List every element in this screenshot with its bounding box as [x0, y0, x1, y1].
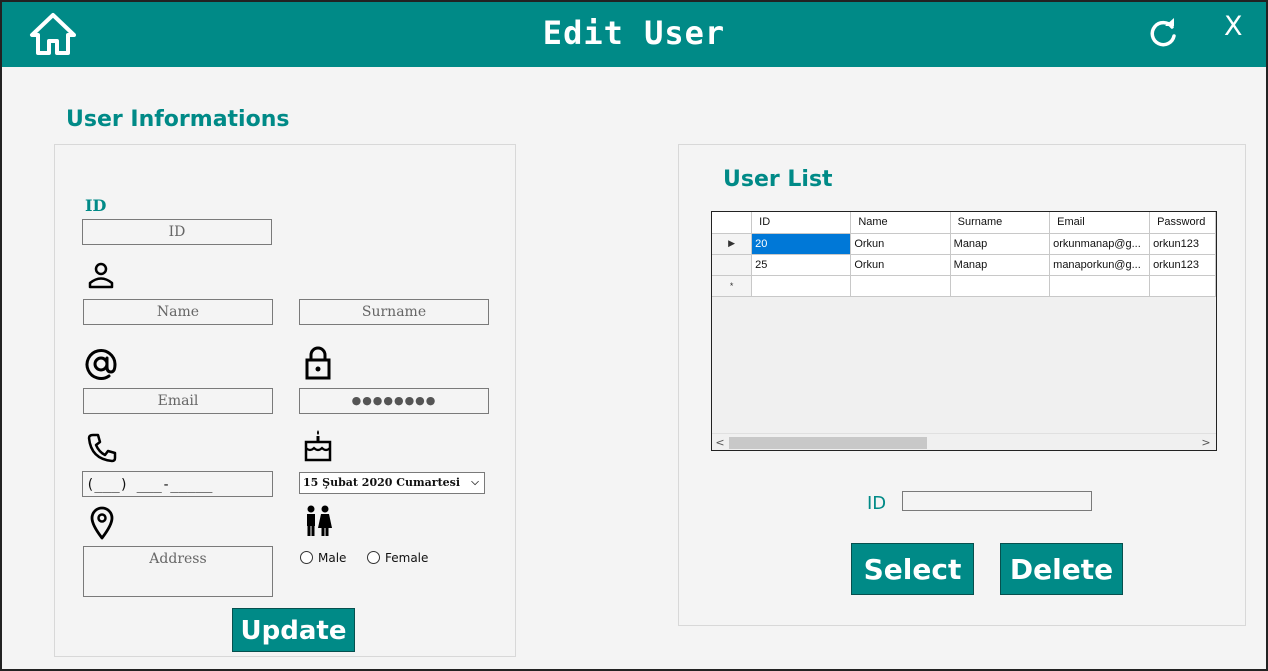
table-cell[interactable] — [950, 275, 1051, 297]
column-header-surname[interactable]: Surname — [950, 212, 1051, 234]
table-cell[interactable]: 20 — [751, 233, 852, 255]
table-cell[interactable]: Manap — [950, 254, 1051, 276]
id-label: ID — [85, 196, 107, 215]
gender-male-label: Male — [318, 551, 347, 565]
column-header-password[interactable]: Password — [1149, 212, 1216, 234]
table-cell[interactable]: Orkun — [850, 254, 951, 276]
scroll-right-arrow[interactable]: > — [1198, 434, 1214, 450]
table-cell[interactable]: orkun123 — [1149, 233, 1216, 255]
at-icon — [85, 349, 117, 380]
table-cell[interactable]: manaporkun@g... — [1049, 254, 1151, 276]
table-cell[interactable]: orkunmanap@g... — [1049, 233, 1151, 255]
refresh-icon — [1150, 18, 1176, 47]
gender-male-radio[interactable]: Male — [300, 551, 346, 567]
birth-date-value: 15 Şubat 2020 Cumartesi — [303, 476, 461, 489]
column-header-email[interactable]: Email — [1049, 212, 1151, 234]
person-icon — [88, 262, 114, 289]
gender-female-label: Female — [385, 551, 429, 565]
cake-icon — [304, 430, 332, 462]
delete-button[interactable]: Delete — [1000, 543, 1123, 595]
edit-user-window: Edit User X User Informations ID ID Name… — [0, 0, 1268, 671]
address-field[interactable]: Address — [83, 546, 273, 597]
id-field[interactable]: ID — [82, 219, 272, 245]
table-cell[interactable]: Manap — [950, 233, 1051, 255]
gender-female-radio[interactable]: Female — [367, 551, 428, 567]
select-button[interactable]: Select — [851, 543, 974, 595]
current-row-marker[interactable]: ▶ — [712, 233, 753, 255]
phone-icon — [87, 433, 117, 463]
table-row[interactable]: ▶ 20 Orkun Manap orkunmanap@g... orkun12… — [712, 233, 1216, 255]
radio-button[interactable] — [300, 551, 313, 564]
grid-header-row: ID Name Surname Email Password — [712, 212, 1216, 234]
table-row[interactable]: 25 Orkun Manap manaporkun@g... orkun123 — [712, 254, 1216, 276]
window-title: Edit User — [542, 14, 726, 52]
horizontal-scrollbar[interactable]: < > — [712, 433, 1216, 450]
name-field[interactable]: Name — [83, 299, 273, 325]
scroll-left-arrow[interactable]: < — [712, 434, 728, 450]
new-row[interactable]: * — [712, 275, 1216, 297]
close-button[interactable]: X — [1224, 11, 1243, 42]
update-button[interactable]: Update — [232, 608, 355, 652]
phone-field[interactable]: (___) ___-_____ — [82, 471, 273, 497]
table-cell[interactable] — [850, 275, 951, 297]
chevron-down-icon[interactable]: ⌵ — [468, 473, 482, 493]
column-header-id[interactable]: ID — [751, 212, 852, 234]
password-field[interactable]: ●●●●●●●● — [299, 388, 489, 414]
user-data-grid[interactable]: ID Name Surname Email Password ▶ 20 Orku… — [711, 211, 1217, 451]
new-row-marker[interactable]: * — [712, 275, 753, 297]
user-info-title: User Informations — [66, 107, 290, 132]
surname-field[interactable]: Surname — [299, 299, 489, 325]
table-cell[interactable] — [751, 275, 852, 297]
refresh-button[interactable] — [1146, 17, 1180, 51]
lock-icon — [305, 346, 331, 380]
select-id-input[interactable] — [902, 491, 1092, 511]
birth-date-picker[interactable]: 15 Şubat 2020 Cumartesi ⌵ — [299, 472, 485, 494]
row-header-corner — [712, 212, 753, 234]
table-cell[interactable] — [1049, 275, 1151, 297]
gender-icon — [307, 505, 332, 536]
table-cell[interactable]: 25 — [751, 254, 852, 276]
select-id-label: ID — [867, 493, 887, 514]
title-bar: Edit User X — [2, 2, 1266, 67]
scrollbar-thumb[interactable] — [729, 437, 927, 449]
radio-button[interactable] — [367, 551, 380, 564]
user-list-title: User List — [723, 167, 833, 192]
location-pin-icon — [90, 506, 114, 540]
row-header[interactable] — [712, 254, 753, 276]
table-cell[interactable] — [1149, 275, 1216, 297]
table-cell[interactable]: Orkun — [850, 233, 951, 255]
column-header-name[interactable]: Name — [850, 212, 951, 234]
email-field[interactable]: Email — [83, 388, 273, 414]
table-cell[interactable]: orkun123 — [1149, 254, 1216, 276]
